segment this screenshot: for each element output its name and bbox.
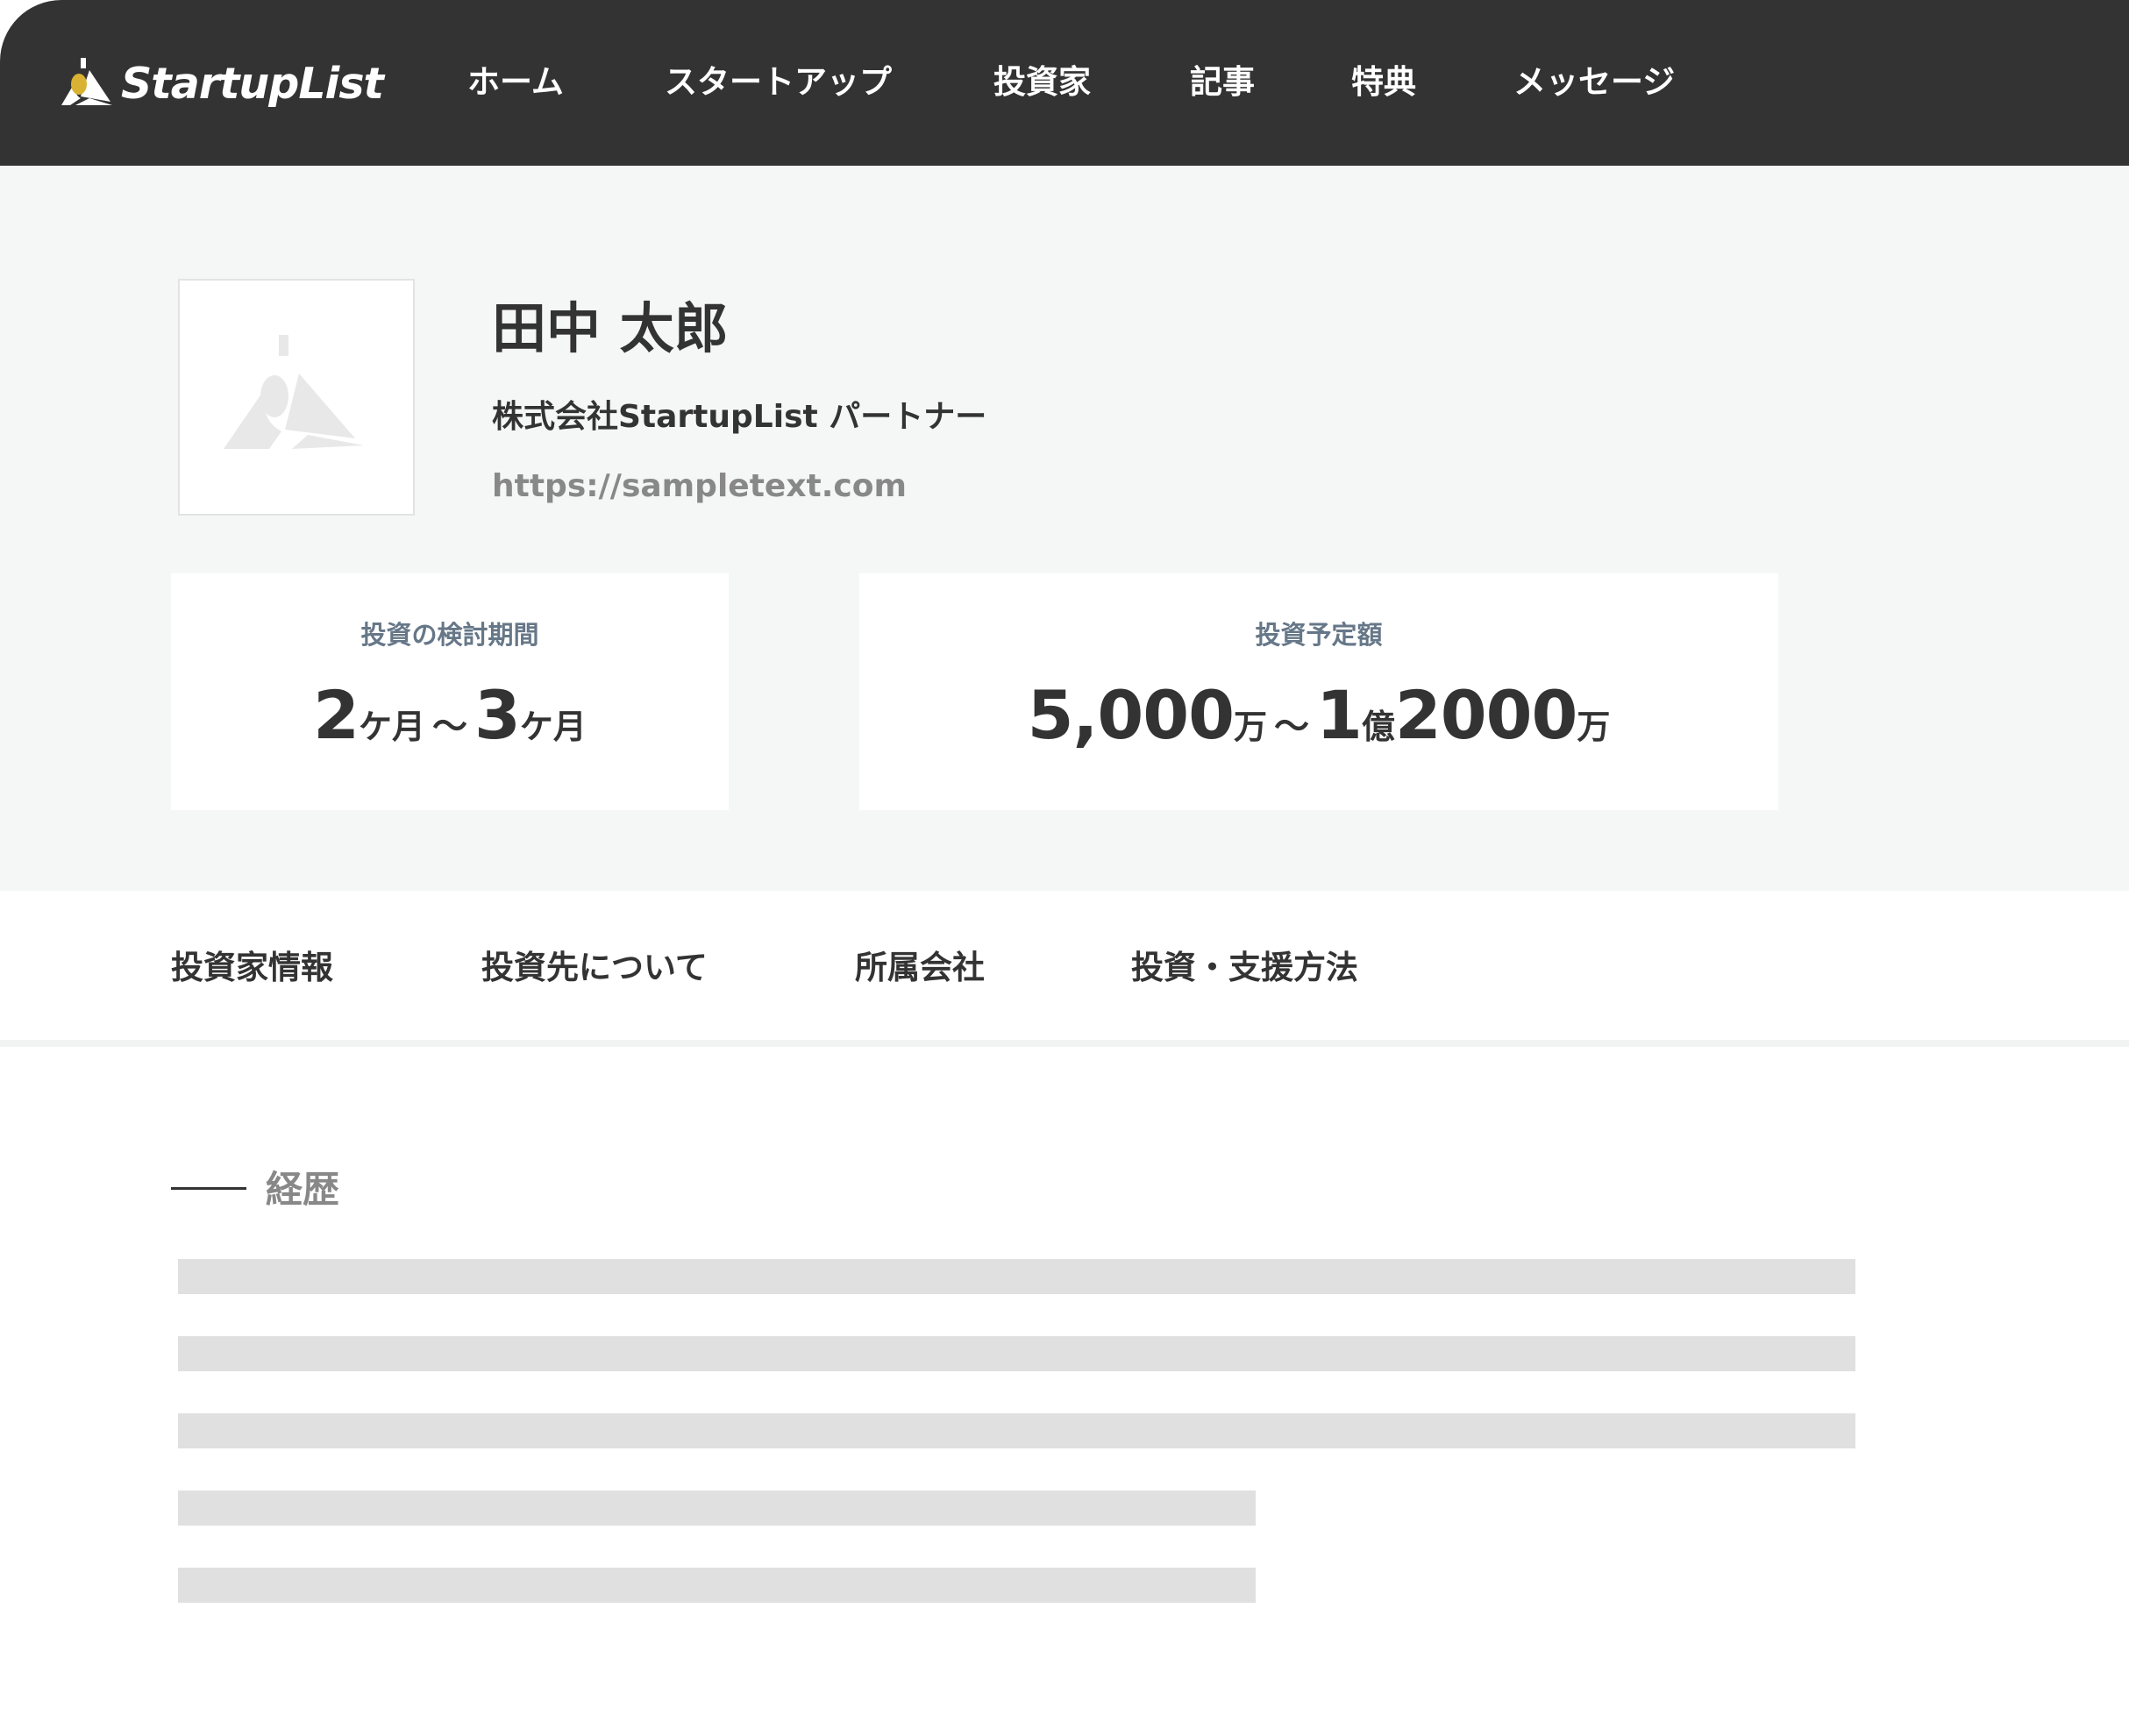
investor-name: 田中 太郎	[492, 296, 729, 360]
investor-website-link[interactable]: https://sampletext.com	[492, 462, 907, 511]
period-max-number: 3	[474, 676, 521, 754]
text-placeholder-bar	[178, 1413, 1855, 1448]
amount-max-unit-oku: 億	[1361, 708, 1395, 746]
text-placeholder-bar	[178, 1336, 1855, 1371]
period-max-unit: ケ月	[519, 708, 587, 746]
startuplist-logo-icon	[61, 58, 112, 105]
nav-articles[interactable]: 記事	[1190, 58, 1255, 107]
nav-messages[interactable]: メッセージ	[1513, 58, 1675, 107]
investment-amount-card: 投資予定額 5,000万〜 1億2000万	[859, 573, 1778, 810]
nav-benefits[interactable]: 特典	[1351, 58, 1416, 107]
investment-amount-value: 5,000万〜 1億2000万	[859, 672, 1778, 778]
amount-min-unit: 万	[1233, 708, 1267, 746]
logo[interactable]: StartupList	[54, 48, 384, 118]
top-navigation-bar: StartupList ホーム スタートアップ 投資家 記事 特典 メッセージ	[0, 0, 2129, 166]
period-tilde: 〜	[432, 707, 467, 747]
period-min-unit: ケ月	[358, 708, 425, 746]
tabs-divider	[0, 1040, 2129, 1047]
tab-investor-info[interactable]: 投資家情報	[171, 943, 333, 993]
tab-company[interactable]: 所属会社	[855, 943, 985, 993]
avatar-placeholder-icon	[224, 335, 364, 449]
nav-startups[interactable]: スタートアップ	[665, 58, 892, 107]
text-placeholder-bar	[178, 1491, 1256, 1526]
period-min-number: 2	[313, 676, 360, 754]
logo-text: StartupList	[121, 58, 384, 109]
investor-position: 株式会社StartupList パートナー	[492, 399, 987, 435]
amount-tilde: 〜	[1273, 707, 1309, 747]
avatar	[178, 279, 415, 516]
tab-portfolio[interactable]: 投資先について	[481, 943, 708, 993]
tab-investment-support[interactable]: 投資・支援方法	[1131, 943, 1358, 993]
profile-tabs: 投資家情報 投資先について 所属会社 投資・支援方法	[0, 891, 2129, 1040]
section-title-rule	[171, 1187, 246, 1190]
amount-min-number: 5,000	[1027, 676, 1235, 754]
investment-period-card: 投資の検討期間 2ケ月〜 3ケ月	[171, 573, 729, 810]
nav-home[interactable]: ホーム	[467, 58, 564, 107]
career-section-title: 経歴	[266, 1168, 340, 1211]
investment-period-value: 2ケ月〜 3ケ月	[171, 672, 729, 778]
investment-amount-label: 投資予定額	[1255, 620, 1383, 650]
nav-investors[interactable]: 投資家	[993, 58, 1091, 107]
amount-max-unit-man: 万	[1577, 708, 1611, 746]
amount-max-number-oku: 1	[1315, 676, 1363, 754]
amount-max-number-man: 2000	[1394, 676, 1578, 754]
text-placeholder-bar	[178, 1259, 1855, 1294]
text-placeholder-bar	[178, 1568, 1256, 1603]
investment-period-label: 投資の検討期間	[360, 620, 539, 650]
